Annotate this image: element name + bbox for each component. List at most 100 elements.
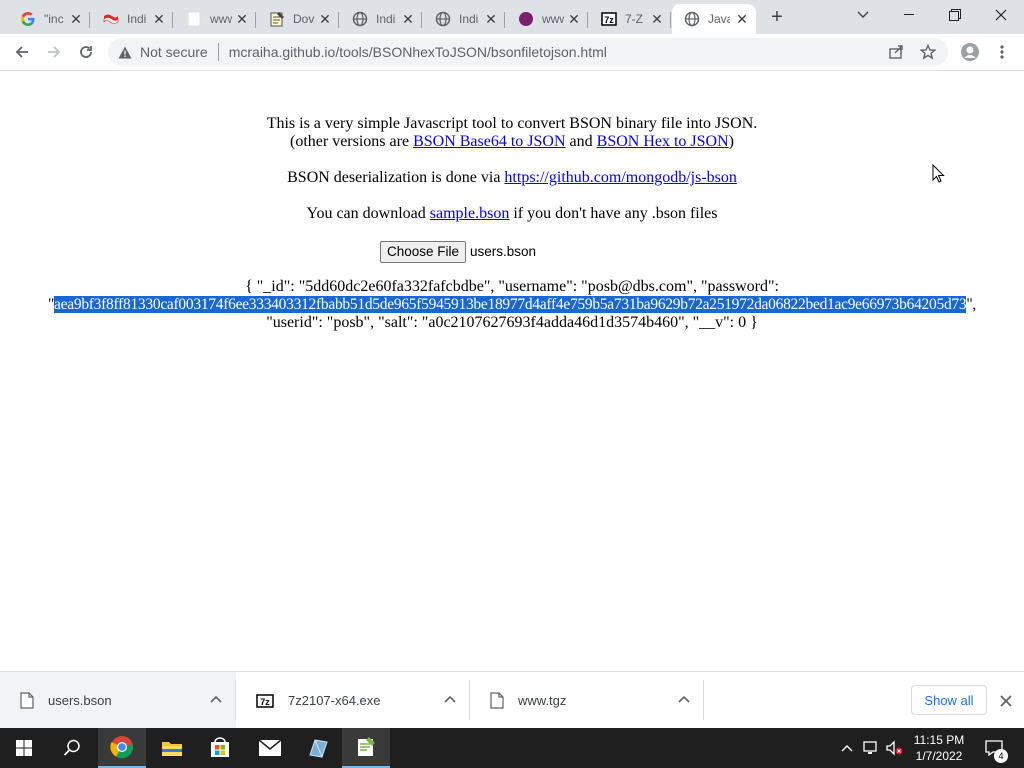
close-icon[interactable]: ✕	[234, 11, 250, 27]
intro-text: This is a very simple Javascript tool to…	[266, 115, 758, 132]
url-text[interactable]: mcraiha.github.io/tools/BSONhexToJSON/bs…	[229, 44, 607, 60]
profile-avatar-icon[interactable]	[956, 38, 984, 66]
close-icon[interactable]: ✕	[649, 11, 665, 27]
tab-indi-3[interactable]: Indi ✕	[423, 4, 505, 34]
download-prefix: You can download	[306, 205, 430, 222]
share-icon[interactable]	[888, 44, 904, 60]
other-versions-suffix: )	[728, 133, 734, 150]
close-icon[interactable]: ✕	[317, 11, 333, 27]
download-item[interactable]: www.tgz	[470, 672, 704, 729]
download-line: You can download sample.bson if you don'…	[0, 205, 1024, 223]
bookmark-star-icon[interactable]	[920, 44, 936, 60]
reload-button[interactable]	[72, 38, 100, 66]
menu-kebab-icon[interactable]	[988, 38, 1016, 66]
file-input: Choose File users.bson	[0, 241, 970, 263]
selected-file-name: users.bson	[470, 244, 537, 259]
purple-circle-icon	[518, 11, 534, 27]
notepad-plus-icon[interactable]	[342, 728, 390, 768]
tab-title: 7-Z	[625, 12, 643, 26]
system-clock[interactable]: 11:15 PM 1/7/2022	[906, 732, 972, 764]
restore-button[interactable]	[932, 0, 978, 30]
chevron-up-icon[interactable]	[676, 692, 692, 708]
tab-title: Java	[708, 12, 730, 26]
close-icon[interactable]: ✕	[566, 11, 582, 27]
password-hash-selected[interactable]: aea9bf3f8ff81330caf003174f6ee333403312fb…	[54, 296, 967, 313]
download-filename: www.tgz	[518, 693, 567, 708]
forward-button[interactable]	[40, 38, 68, 66]
chrome-icon[interactable]	[98, 728, 146, 768]
minimize-button[interactable]	[886, 0, 932, 30]
globe-icon	[352, 11, 368, 27]
other-versions-prefix: (other versions are	[290, 133, 414, 150]
tab-indi-2[interactable]: Indi ✕	[340, 4, 422, 34]
svg-text:7z: 7z	[260, 697, 270, 707]
other-versions-and: and	[565, 133, 597, 150]
clock-time: 11:15 PM	[913, 733, 965, 747]
bson-hex-link[interactable]: BSON Hex to JSON	[597, 133, 729, 150]
warning-icon	[118, 46, 132, 59]
tab-title: www	[210, 12, 232, 26]
windows-start-icon[interactable]	[0, 728, 48, 768]
security-indicator[interactable]: Not secure	[118, 44, 208, 60]
tab-strip: "inc ✕ Indi ✕ www ✕ Dov ✕ Indi ✕ Indi ✕ …	[0, 0, 1024, 34]
deserialization-line: BSON deserialization is done via https:/…	[0, 169, 1024, 187]
download-suffix: if you don't have any .bson files	[509, 205, 718, 222]
tab-7zip[interactable]: 7z 7-Z ✕	[589, 4, 671, 34]
svg-text:7z: 7z	[604, 15, 614, 25]
tab-title: Indi	[376, 12, 396, 26]
flag-icon	[103, 11, 119, 27]
google-icon	[20, 11, 36, 27]
back-button[interactable]	[8, 38, 36, 66]
file-explorer-icon[interactable]	[148, 728, 196, 768]
download-item[interactable]: 7z 7z2107-x64.exe	[236, 672, 470, 729]
close-window-button[interactable]	[978, 0, 1024, 30]
close-icon[interactable]: ✕	[734, 11, 750, 27]
tab-dov[interactable]: Dov ✕	[257, 4, 339, 34]
tab-title: Dov	[293, 12, 315, 26]
notification-center-icon[interactable]: 4	[980, 728, 1008, 768]
search-icon[interactable]	[48, 728, 96, 768]
volume-muted-icon[interactable]	[884, 728, 906, 768]
close-icon[interactable]: ✕	[151, 11, 167, 27]
clock-date: 1/7/2022	[915, 749, 963, 763]
new-tab-button[interactable]: +	[764, 6, 790, 28]
address-bar[interactable]: Not secure mcraiha.github.io/tools/BSONh…	[108, 38, 948, 66]
tab-www-1[interactable]: www ✕	[174, 4, 256, 34]
page-content: This is a very simple Javascript tool to…	[0, 71, 1024, 671]
download-item[interactable]: users.bson	[0, 672, 236, 729]
network-icon[interactable]	[860, 728, 882, 768]
store-icon[interactable]	[196, 728, 244, 768]
json-output-line-1: { "_id": "5dd60dc2e60fa332fafcbdbe", "us…	[245, 278, 779, 295]
tab-www-2[interactable]: www ✕	[506, 4, 588, 34]
chevron-up-icon[interactable]	[442, 692, 458, 708]
security-label: Not secure	[140, 44, 208, 60]
file-icon	[490, 692, 504, 709]
show-all-button[interactable]: Show all	[911, 685, 987, 715]
mail-icon[interactable]	[246, 728, 294, 768]
globe-icon	[435, 11, 451, 27]
close-icon[interactable]: ✕	[400, 11, 416, 27]
tab-java-active[interactable]: Java ✕	[672, 4, 756, 34]
close-icon[interactable]: ✕	[68, 11, 84, 27]
windows-taskbar: 11:15 PM 1/7/2022 4	[0, 728, 1024, 768]
7zip-icon: 7z	[256, 693, 274, 709]
tab-google[interactable]: "inc ✕	[8, 4, 90, 34]
notepad-icon	[269, 11, 285, 27]
chevron-up-icon[interactable]	[838, 728, 856, 768]
bson-base64-link[interactable]: BSON Base64 to JSON	[413, 133, 565, 150]
js-bson-link[interactable]: https://github.com/mongodb/js-bson	[504, 169, 736, 186]
download-filename: 7z2107-x64.exe	[288, 693, 381, 708]
choose-file-button[interactable]: Choose File	[379, 241, 466, 263]
close-icon[interactable]	[996, 691, 1016, 711]
app-crystal-icon[interactable]	[294, 728, 342, 768]
json-output-line-2: "aea9bf3f8ff81330caf003174f6ee333403312f…	[0, 296, 1024, 314]
tab-search-chevron-icon[interactable]	[840, 0, 886, 30]
notification-badge: 4	[994, 749, 1008, 763]
chevron-up-icon[interactable]	[208, 692, 224, 708]
close-icon[interactable]: ✕	[483, 11, 499, 27]
file-icon	[20, 692, 34, 709]
tab-indi-1[interactable]: Indi ✕	[91, 4, 173, 34]
tab-title: Indi	[127, 12, 147, 26]
sample-bson-link[interactable]: sample.bson	[430, 205, 510, 222]
download-bar: users.bson 7z 7z2107-x64.exe www.tgz Sho…	[0, 671, 1024, 729]
